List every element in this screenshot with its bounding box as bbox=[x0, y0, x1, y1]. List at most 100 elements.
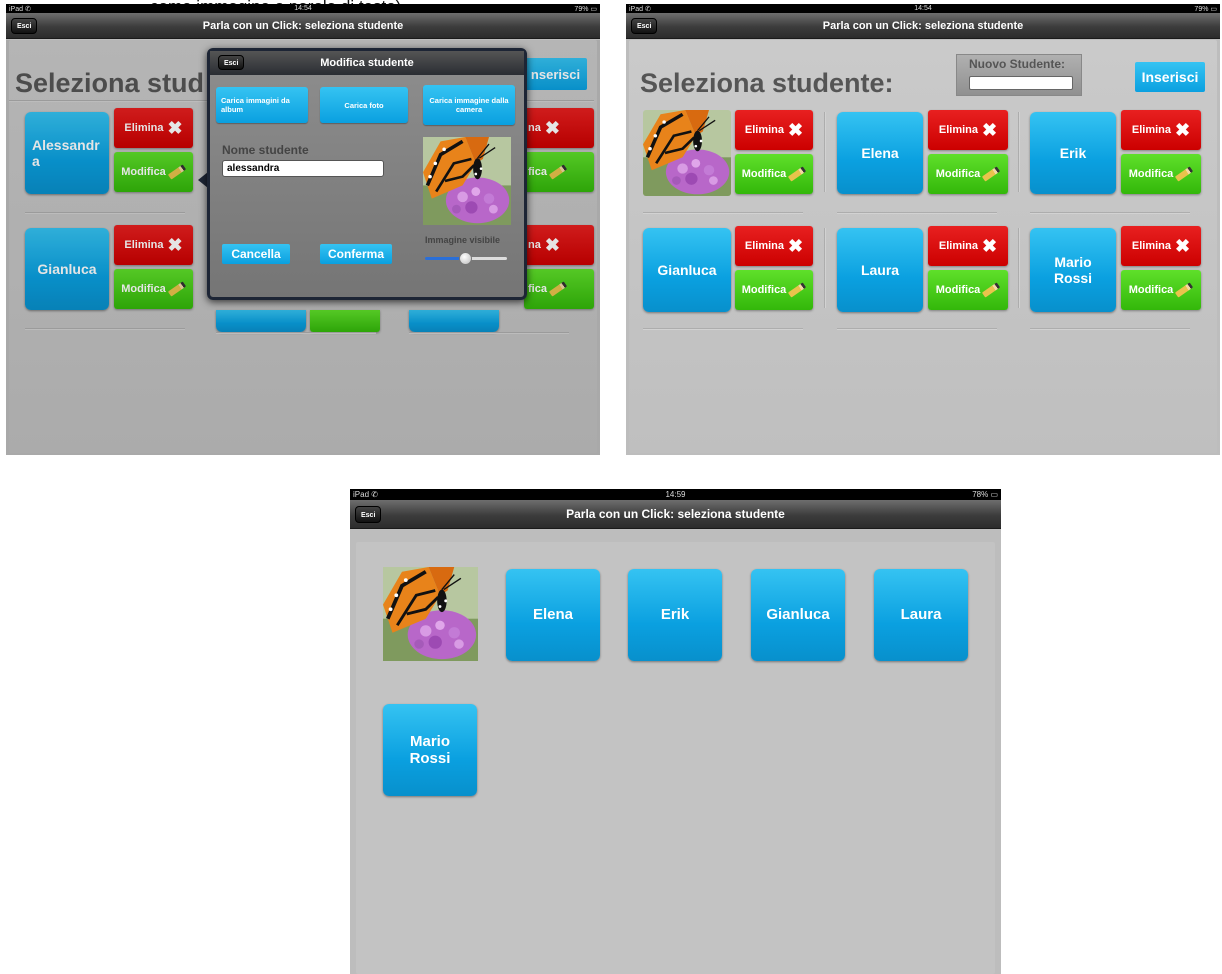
divider bbox=[837, 328, 997, 330]
slider-knob[interactable] bbox=[459, 252, 472, 265]
elimina-button[interactable]: Elimina ✖ bbox=[735, 110, 813, 150]
screenshot-student-select: iPad ✆ 14:59 78% ▭ Esci Parla con un Cli… bbox=[350, 489, 1001, 974]
device-label: iPad ✆ bbox=[629, 5, 651, 13]
student-name: Elena bbox=[861, 144, 899, 161]
student-name: Mario Rossi bbox=[1053, 253, 1093, 286]
status-time: 14:59 bbox=[665, 490, 686, 499]
esci-button[interactable]: Esci bbox=[355, 506, 382, 523]
new-student-input[interactable] bbox=[969, 76, 1073, 90]
close-icon: ✖ bbox=[982, 236, 998, 256]
modifica-label: Modifica bbox=[935, 284, 981, 296]
elimina-button[interactable]: Elimina ✖ bbox=[735, 226, 813, 266]
divider bbox=[1018, 112, 1020, 192]
inserisci-button[interactable]: Inserisci bbox=[1135, 62, 1205, 92]
status-time: 14:54 bbox=[294, 5, 312, 12]
student-button-gianluca[interactable]: Gianluca bbox=[643, 228, 731, 312]
modifica-button[interactable]: Modifica bbox=[1121, 154, 1201, 194]
elimina-label: Elimina bbox=[938, 124, 979, 136]
load-camera-button[interactable]: Carica immagine dalla camera bbox=[423, 85, 515, 125]
elimina-button[interactable]: Elimina ✖ bbox=[928, 110, 1008, 150]
pencil-icon bbox=[788, 166, 807, 182]
status-bar: iPad ✆ 14:59 78% ▭ bbox=[350, 489, 1001, 500]
divider bbox=[824, 228, 826, 308]
divider bbox=[824, 112, 826, 192]
student-name: Elena bbox=[532, 606, 574, 624]
name-label: Nome studente bbox=[222, 143, 309, 157]
student-button-elena[interactable]: Elena bbox=[506, 569, 600, 661]
close-icon: ✖ bbox=[788, 120, 804, 140]
modifica-button[interactable]: Modifica bbox=[1121, 270, 1201, 310]
modifica-label: Modifica bbox=[935, 168, 981, 180]
close-icon: ✖ bbox=[788, 236, 804, 256]
image-visibility-slider[interactable] bbox=[425, 252, 507, 265]
page-heading: Seleziona studente: bbox=[640, 68, 894, 98]
pencil-icon bbox=[982, 166, 1001, 182]
nav-bar: Esci Parla con un Click: seleziona stude… bbox=[626, 13, 1220, 39]
nav-title: Parla con un Click: seleziona studente bbox=[566, 507, 785, 521]
elimina-button[interactable]: Elimina ✖ bbox=[1121, 110, 1201, 150]
pencil-icon bbox=[1175, 166, 1194, 182]
student-image bbox=[423, 137, 511, 225]
student-name: Laura bbox=[860, 261, 900, 278]
esci-button[interactable]: Esci bbox=[631, 18, 658, 34]
modifica-label: Modifica bbox=[741, 284, 787, 296]
close-icon: ✖ bbox=[1175, 236, 1191, 256]
student-image-button[interactable] bbox=[383, 567, 478, 661]
screenshot-student-list-edit: iPad ✆ 14:54 79% ▭ Esci Parla con un Cli… bbox=[626, 4, 1220, 455]
student-button-erik[interactable]: Erik bbox=[628, 569, 722, 661]
elimina-label: Elimina bbox=[1131, 240, 1172, 252]
student-button-mario-rossi[interactable]: Mario Rossi bbox=[383, 704, 477, 796]
student-name: Gianluca bbox=[766, 606, 830, 624]
elimina-button[interactable]: Elimina ✖ bbox=[928, 226, 1008, 266]
student-name-field[interactable]: alessandra bbox=[222, 160, 384, 177]
edit-student-dialog: Esci Modifica studente Carica immagini d… bbox=[207, 48, 527, 300]
close-icon: ✖ bbox=[982, 120, 998, 140]
main-content: Seleziona studente: Nuovo Studente: Inse… bbox=[629, 40, 1217, 453]
elimina-button[interactable]: Elimina ✖ bbox=[1121, 226, 1201, 266]
new-student-label: Nuovo Studente: bbox=[969, 57, 1065, 71]
divider bbox=[643, 328, 803, 330]
student-button-laura[interactable]: Laura bbox=[874, 569, 968, 661]
modifica-label: Modifica bbox=[741, 168, 787, 180]
nav-title: Parla con un Click: seleziona studente bbox=[202, 20, 404, 32]
student-name: Laura bbox=[900, 606, 942, 624]
divider bbox=[837, 212, 997, 214]
pencil-icon bbox=[982, 282, 1001, 298]
screenshot-edit-student: iPad ✆ 14:54 79% ▭ Esci Parla con un Cli… bbox=[6, 4, 600, 455]
close-icon: ✖ bbox=[1175, 120, 1191, 140]
battery-indicator: 79% ▭ bbox=[574, 5, 597, 13]
student-button-elena[interactable]: Elena bbox=[837, 112, 923, 194]
student-name: Gianluca bbox=[657, 261, 717, 278]
cancel-button[interactable]: Cancella bbox=[222, 244, 290, 264]
esci-button[interactable]: Esci bbox=[218, 55, 245, 70]
divider bbox=[1018, 228, 1020, 308]
status-time: 14:54 bbox=[914, 5, 932, 12]
student-button-laura[interactable]: Laura bbox=[837, 228, 923, 312]
status-bar: iPad ✆ 14:54 79% ▭ bbox=[6, 4, 600, 13]
student-name: Erik bbox=[660, 606, 690, 624]
student-button-mario-rossi[interactable]: Mario Rossi bbox=[1030, 228, 1116, 312]
student-name: Mario Rossi bbox=[409, 732, 451, 767]
student-image-button[interactable] bbox=[643, 110, 731, 196]
modifica-label: Modifica bbox=[1128, 168, 1174, 180]
battery-indicator: 78% ▭ bbox=[972, 490, 998, 499]
divider bbox=[643, 212, 803, 214]
student-name: Erik bbox=[1059, 144, 1087, 161]
elimina-label: Elimina bbox=[938, 240, 979, 252]
esci-button[interactable]: Esci bbox=[11, 18, 38, 34]
confirm-button[interactable]: Conferma bbox=[320, 244, 392, 264]
student-button-erik[interactable]: Erik bbox=[1030, 112, 1116, 194]
elimina-label: Elimina bbox=[744, 240, 785, 252]
load-album-button[interactable]: Carica immagini da album bbox=[216, 87, 308, 123]
modifica-button[interactable]: Modifica bbox=[928, 154, 1008, 194]
modifica-button[interactable]: Modifica bbox=[928, 270, 1008, 310]
image-visible-label: Immagine visibile bbox=[425, 235, 501, 245]
battery-indicator: 79% ▭ bbox=[1194, 5, 1217, 13]
device-label: iPad ✆ bbox=[353, 490, 378, 499]
load-photo-button[interactable]: Carica foto bbox=[320, 87, 408, 123]
elimina-label: Elimina bbox=[744, 124, 785, 136]
student-button-gianluca[interactable]: Gianluca bbox=[751, 569, 845, 661]
new-student-panel: Nuovo Studente: bbox=[956, 54, 1082, 96]
modifica-button[interactable]: Modifica bbox=[735, 270, 813, 310]
modifica-button[interactable]: Modifica bbox=[735, 154, 813, 194]
